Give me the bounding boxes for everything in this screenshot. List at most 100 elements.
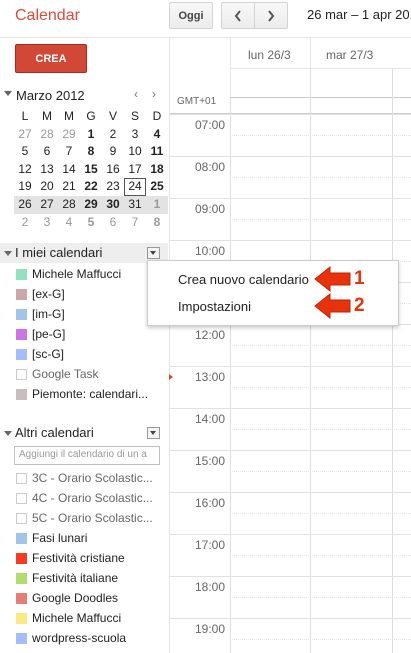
- my-calendars-header[interactable]: I miei calendari: [0, 243, 168, 263]
- mini-calendar-day[interactable]: 24: [124, 178, 146, 196]
- collapse-triangle-icon[interactable]: [4, 431, 12, 436]
- collapse-triangle-icon[interactable]: [4, 91, 12, 96]
- calendar-color-swatch[interactable]: [16, 349, 27, 360]
- mini-calendar-day[interactable]: 28: [58, 195, 80, 214]
- menu-item-create-calendar[interactable]: Crea nuovo calendario: [178, 272, 309, 287]
- calendar-color-swatch[interactable]: [16, 513, 27, 524]
- mini-calendar-day[interactable]: 1: [80, 126, 102, 144]
- mini-calendar-day[interactable]: 15: [80, 161, 102, 179]
- calendar-list-item[interactable]: [sc-G]: [0, 344, 168, 364]
- my-calendars-menu-button[interactable]: [147, 247, 160, 259]
- mini-calendar-day[interactable]: 19: [14, 178, 36, 196]
- previous-period-button[interactable]: [221, 2, 255, 29]
- calendar-list-item[interactable]: Google Doodles: [0, 588, 168, 608]
- mini-calendar-day[interactable]: 27: [36, 195, 58, 214]
- calendar-color-swatch[interactable]: [16, 389, 27, 400]
- calendar-color-swatch[interactable]: [16, 269, 27, 280]
- calendar-color-swatch[interactable]: [16, 473, 27, 484]
- hour-label: 13:00: [195, 370, 226, 384]
- next-period-button[interactable]: [254, 2, 288, 29]
- calendar-color-swatch[interactable]: [16, 329, 27, 340]
- mini-calendar-day[interactable]: 12: [14, 161, 36, 179]
- add-calendar-input[interactable]: Aggiungi il calendario di un a: [14, 446, 160, 465]
- calendar-color-swatch[interactable]: [16, 593, 27, 604]
- mini-calendar-prev-icon[interactable]: ‹: [134, 87, 138, 101]
- calendar-list-item[interactable]: Festività cristiane: [0, 548, 168, 568]
- mini-calendar-day[interactable]: 2: [102, 126, 124, 144]
- calendar-color-swatch[interactable]: [16, 369, 27, 380]
- mini-calendar-day[interactable]: 4: [146, 126, 168, 144]
- calendar-list-item[interactable]: [ex-G]: [0, 284, 168, 304]
- menu-item-settings[interactable]: Impostazioni: [178, 299, 251, 314]
- mini-calendar-day[interactable]: 7: [58, 143, 80, 161]
- mini-calendar-day[interactable]: 17: [124, 161, 146, 179]
- app-title[interactable]: Calendar: [15, 7, 80, 25]
- mini-calendar-day[interactable]: 14: [58, 161, 80, 179]
- calendar-color-swatch[interactable]: [16, 493, 27, 504]
- calendar-list-item[interactable]: [im-G]: [0, 304, 168, 324]
- mini-calendar-day[interactable]: 26: [14, 195, 36, 214]
- hour-label: 15:00: [195, 454, 226, 468]
- mini-calendar-day[interactable]: 9: [102, 143, 124, 161]
- mini-calendar-day[interactable]: 23: [102, 178, 124, 196]
- calendar-color-swatch[interactable]: [16, 289, 27, 300]
- mini-calendar-day[interactable]: 25: [146, 178, 168, 196]
- hour-label: 18:00: [195, 580, 226, 594]
- mini-calendar-day[interactable]: 16: [102, 161, 124, 179]
- hour-label: 16:00: [195, 496, 226, 510]
- mini-calendar-day[interactable]: 28: [36, 126, 58, 144]
- calendar-list-item[interactable]: Festività italiane: [0, 568, 168, 588]
- calendar-name: Google Task: [32, 367, 99, 381]
- mini-calendar-day[interactable]: 13: [36, 161, 58, 179]
- other-calendars-menu-button[interactable]: [147, 427, 160, 439]
- calendar-list-item[interactable]: Piemonte: calendari...: [0, 384, 168, 404]
- mini-calendar-day[interactable]: 6: [36, 143, 58, 161]
- calendar-color-swatch[interactable]: [16, 533, 27, 544]
- calendar-color-swatch[interactable]: [16, 633, 27, 644]
- mini-calendar-day[interactable]: 1: [146, 195, 168, 214]
- mini-calendar-day[interactable]: 2: [14, 214, 36, 232]
- calendar-list-item[interactable]: [pe-G]: [0, 324, 168, 344]
- mini-calendar-day[interactable]: 31: [124, 195, 146, 214]
- mini-calendar-day[interactable]: 21: [58, 178, 80, 196]
- other-calendars-header[interactable]: Altri calendari: [0, 423, 168, 443]
- mini-calendar-day[interactable]: 4: [58, 214, 80, 232]
- mini-calendar-day[interactable]: 30: [102, 195, 124, 214]
- mini-calendar-next-icon[interactable]: ›: [152, 87, 156, 101]
- calendar-list-item[interactable]: Michele Maffucci: [0, 264, 168, 284]
- mini-calendar-day[interactable]: 3: [36, 214, 58, 232]
- mini-calendar-day[interactable]: 10: [124, 143, 146, 161]
- calendar-list-item[interactable]: Michele Maffucci: [0, 608, 168, 628]
- calendar-list-item[interactable]: 4C - Orario Scolastic...: [0, 488, 168, 508]
- mini-calendar-day[interactable]: 5: [14, 143, 36, 161]
- calendar-color-swatch[interactable]: [16, 573, 27, 584]
- today-button[interactable]: Oggi: [169, 2, 213, 29]
- calendar-list-item[interactable]: 5C - Orario Scolastic...: [0, 508, 168, 528]
- mini-calendar-day[interactable]: 6: [102, 214, 124, 232]
- mini-calendar-day[interactable]: 27: [14, 126, 36, 144]
- mini-calendar-day[interactable]: 8: [80, 143, 102, 161]
- hour-label: 07:00: [195, 118, 226, 132]
- calendar-list-item[interactable]: wordpress-scuola: [0, 628, 168, 648]
- calendar-list-item[interactable]: 3C - Orario Scolastic...: [0, 468, 168, 488]
- calendar-color-swatch[interactable]: [16, 309, 27, 320]
- collapse-triangle-icon[interactable]: [4, 251, 12, 256]
- calendar-color-swatch[interactable]: [16, 613, 27, 624]
- mini-calendar-day[interactable]: 11: [146, 143, 168, 161]
- mini-calendar-day[interactable]: 29: [58, 126, 80, 144]
- mini-calendar-day[interactable]: 18: [146, 161, 168, 179]
- calendar-list-item[interactable]: Google Task: [0, 364, 168, 384]
- all-day-row[interactable]: [230, 68, 411, 98]
- mini-calendar-day[interactable]: 22: [80, 178, 102, 196]
- calendar-color-swatch[interactable]: [16, 553, 27, 564]
- mini-calendar-day[interactable]: 3: [124, 126, 146, 144]
- calendar-name: Michele Maffucci: [32, 267, 122, 281]
- create-button[interactable]: CREA: [15, 44, 87, 73]
- mini-calendar-day[interactable]: 5: [80, 214, 102, 232]
- calendar-list-item[interactable]: Fasi lunari: [0, 528, 168, 548]
- mini-calendar-day[interactable]: 29: [80, 195, 102, 214]
- mini-calendar-day[interactable]: 8: [146, 214, 168, 232]
- mini-calendar-day[interactable]: 20: [36, 178, 58, 196]
- hour-label: 10:00: [195, 244, 226, 258]
- mini-calendar-day[interactable]: 7: [124, 214, 146, 232]
